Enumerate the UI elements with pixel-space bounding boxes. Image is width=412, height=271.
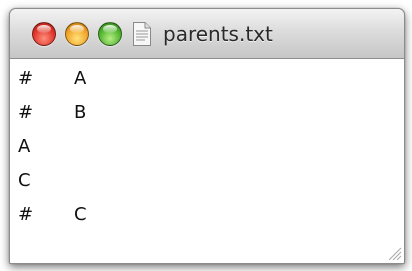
- line-field-1: #: [18, 68, 34, 89]
- line-field-1: C: [18, 170, 31, 191]
- text-line: A: [18, 130, 87, 164]
- minimize-button[interactable]: [65, 22, 89, 46]
- close-button[interactable]: [32, 22, 56, 46]
- text-line: # B: [18, 96, 87, 130]
- text-line: # C: [18, 198, 87, 232]
- title-bar[interactable]: parents.txt: [10, 9, 404, 59]
- zoom-button[interactable]: [98, 22, 122, 46]
- text-line: C: [18, 164, 87, 198]
- line-field-2: A: [74, 68, 87, 89]
- window-title: parents.txt: [163, 22, 273, 46]
- line-field-1: #: [18, 204, 34, 225]
- line-field-1: #: [18, 102, 34, 123]
- line-field-2: C: [74, 204, 87, 225]
- text-lines: # A # B A C # C: [18, 62, 87, 232]
- text-editor-window: parents.txt # A # B A C # C: [9, 8, 405, 264]
- text-document-icon: [133, 22, 151, 46]
- line-field-1: A: [18, 136, 31, 157]
- text-content-area[interactable]: # A # B A C # C: [10, 59, 404, 263]
- text-line: # A: [18, 62, 87, 96]
- resize-grip-icon[interactable]: [386, 245, 402, 261]
- line-field-2: B: [74, 102, 87, 123]
